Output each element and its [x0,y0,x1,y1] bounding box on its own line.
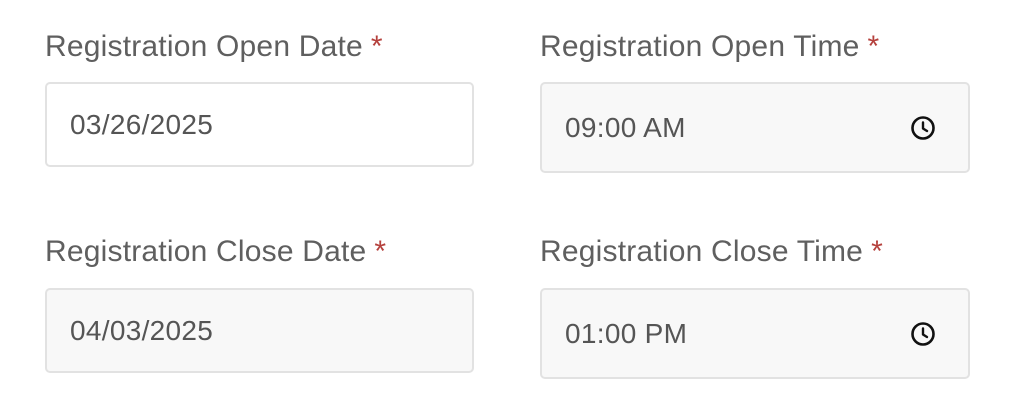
close-time-value: 01:00 PM [565,317,688,349]
clock-icon[interactable] [910,321,936,347]
required-asterisk: * [374,235,387,268]
close-date-input[interactable]: 04/03/2025 [45,288,474,373]
close-date-field: Registration Close Date * 04/03/2025 [45,0,475,380]
close-date-label-text: Registration Close Date [45,235,367,268]
close-time-label: Registration Close Time * [540,234,883,270]
required-asterisk: * [871,235,883,268]
close-date-label: Registration Close Date * [45,234,386,270]
close-time-label-text: Registration Close Time [540,235,864,268]
close-time-input[interactable]: 01:00 PM [540,288,970,379]
close-time-field: Registration Close Time * 01:00 PM [540,0,970,385]
close-date-value: 04/03/2025 [70,314,214,346]
